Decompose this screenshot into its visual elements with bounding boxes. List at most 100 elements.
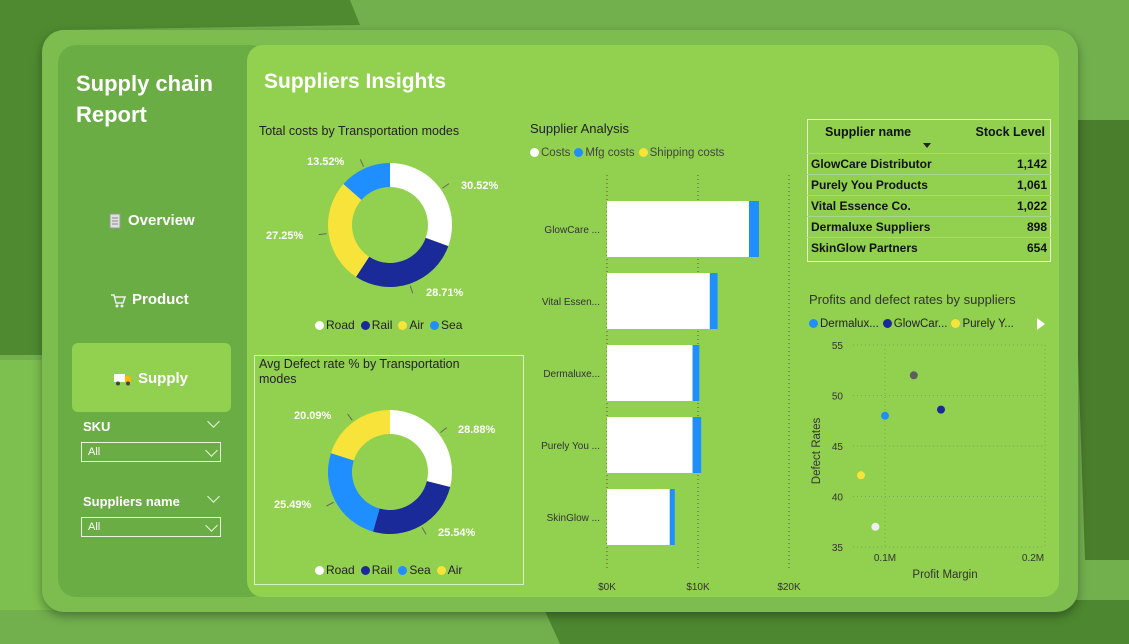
- supplier-stock-table: Supplier name Stock Level GlowCare Distr…: [807, 119, 1051, 258]
- legend-air: Air: [436, 563, 462, 577]
- costs-label-road: 30.52%: [461, 180, 499, 192]
- x-tick-label: $10K: [686, 582, 710, 593]
- document-icon: [109, 213, 121, 228]
- bar-segment-mfg-costs[interactable]: [607, 345, 693, 401]
- bar-segment-shipping-costs[interactable]: [748, 201, 759, 257]
- y-tick-label: 45: [832, 442, 844, 453]
- leader-line-air: [318, 233, 327, 236]
- cart-icon: [111, 293, 126, 307]
- bar-segment-shipping-costs[interactable]: [692, 417, 702, 473]
- y-axis-title: Defect Rates: [811, 418, 823, 485]
- costs-donut-chart[interactable]: [290, 150, 510, 310]
- profits-scatter-chart[interactable]: 55 50 45 40 35 0.1M 0.2M Profit Margin Defect Ra…: [805, 335, 1055, 590]
- costs-label-rail: 28.71%: [426, 287, 464, 299]
- sort-desc-icon[interactable]: [922, 143, 931, 148]
- costs-donut-title: Total costs by Transportation modes: [259, 124, 460, 138]
- scatter-point[interactable]: [937, 405, 945, 414]
- legend-dermaluxe: Dermalux...: [809, 318, 879, 330]
- slice-road[interactable]: [390, 410, 452, 487]
- defect-label-air: 20.09%: [294, 410, 332, 422]
- defect-donut-title: Avg Defect rate % by Transportation mode…: [259, 357, 460, 386]
- legend-air: Air: [398, 318, 424, 332]
- bar-segment-mfg-costs[interactable]: [607, 201, 749, 257]
- bar-segment-mfg-costs[interactable]: [607, 273, 710, 329]
- legend-sea: Sea: [398, 563, 431, 577]
- legend-sea: Sea: [430, 318, 462, 332]
- table-row[interactable]: Dermaluxe Suppliers 898: [807, 216, 1051, 238]
- defect-label-rail: 25.54%: [438, 527, 476, 539]
- header-stock-level[interactable]: Stock Level: [957, 119, 1051, 154]
- nav-supply-button[interactable]: Supply: [114, 370, 188, 387]
- truck-icon: [114, 373, 131, 385]
- bar-segment-shipping-costs[interactable]: [692, 345, 700, 401]
- legend-road: Road: [315, 563, 355, 577]
- slice-rail[interactable]: [356, 237, 449, 287]
- defect-legend: Road Rail Sea Air: [315, 563, 462, 577]
- page-title: Suppliers Insights: [264, 70, 447, 93]
- y-category-label: Vital Essen...: [542, 297, 600, 308]
- nav-supply-label: Supply: [138, 370, 189, 387]
- legend-shipping-costs: Shipping costs: [638, 147, 724, 159]
- y-category-label: SkinGlow ...: [547, 513, 600, 524]
- y-tick-label: 35: [832, 543, 844, 554]
- leader-line-rail: [409, 285, 414, 294]
- supplier-dropdown[interactable]: All: [81, 517, 221, 537]
- leader-line-road: [442, 183, 450, 189]
- table-row[interactable]: Vital Essence Co. 1,022: [807, 195, 1051, 217]
- table-row[interactable]: SkinGlow Partners 654: [807, 237, 1051, 258]
- legend-rail: Rail: [360, 563, 392, 577]
- slice-sea[interactable]: [328, 453, 380, 532]
- nav-overview-label: Overview: [128, 212, 195, 229]
- leader-line-rail: [421, 527, 427, 535]
- x-tick-label: 0.2M: [1022, 553, 1044, 564]
- legend-costs: Costs: [530, 147, 570, 159]
- costs-label-air: 27.25%: [266, 230, 304, 242]
- header-supplier-name[interactable]: Supplier name: [807, 119, 957, 154]
- supplier-dropdown-value: All: [88, 521, 101, 533]
- x-tick-label: 0.1M: [874, 553, 896, 564]
- leader-line-air: [347, 413, 353, 421]
- slice-road[interactable]: [390, 163, 452, 247]
- y-category-label: Purely You ...: [541, 441, 600, 452]
- scatter-point[interactable]: [909, 371, 918, 380]
- slice-air[interactable]: [330, 410, 390, 461]
- bar-segment-mfg-costs[interactable]: [607, 417, 693, 473]
- nav-overview-button[interactable]: Overview: [108, 212, 195, 229]
- leader-line-road: [440, 427, 448, 433]
- nav-product-button[interactable]: Product: [110, 291, 189, 308]
- sku-dropdown-value: All: [88, 446, 101, 458]
- legend-glowcare: GlowCar...: [882, 318, 947, 330]
- profits-scatter-title: Profits and defect rates by suppliers: [809, 292, 1016, 307]
- legend-mfg-costs: Mfg costs: [574, 147, 635, 159]
- supplier-slicer-label: Suppliers name: [83, 494, 180, 509]
- scatter-point[interactable]: [857, 471, 865, 480]
- nav-product-label: Product: [132, 291, 189, 308]
- report-title: Supply chain Report: [76, 71, 213, 127]
- bar-segment-shipping-costs[interactable]: [709, 273, 718, 329]
- leader-line-sea: [326, 501, 334, 507]
- x-axis-title: Profit Margin: [912, 569, 977, 581]
- scatter-point[interactable]: [871, 522, 880, 531]
- sku-dropdown[interactable]: All: [81, 442, 221, 462]
- profits-scatter-legend: Dermalux... GlowCar... Purely Y...: [809, 318, 1014, 330]
- legend-purely-you: Purely Y...: [951, 318, 1014, 330]
- scatter-point[interactable]: [881, 411, 889, 420]
- y-tick-label: 55: [832, 341, 844, 352]
- bar-segment-shipping-costs[interactable]: [669, 489, 675, 545]
- defect-label-road: 28.88%: [458, 424, 496, 436]
- legend-road: Road: [315, 318, 355, 332]
- y-category-label: Dermaluxe...: [543, 369, 600, 380]
- x-tick-label: $20K: [777, 582, 801, 593]
- y-tick-label: 40: [832, 493, 844, 504]
- table-row[interactable]: GlowCare Distributor 1,142: [807, 153, 1051, 175]
- defect-label-sea: 25.49%: [274, 499, 312, 511]
- bar-segment-mfg-costs[interactable]: [607, 489, 670, 545]
- supplier-analysis-title: Supplier Analysis: [530, 121, 629, 136]
- sku-slicer-label: SKU: [83, 419, 111, 434]
- legend-next-icon[interactable]: [1036, 318, 1046, 330]
- costs-legend: Road Rail Air Sea: [315, 318, 462, 332]
- supplier-analysis-chart[interactable]: $0K $10K $20K GlowCare ... Vital Essen... Der…: [530, 165, 810, 595]
- table-row[interactable]: Purely You Products 1,061: [807, 174, 1051, 196]
- y-category-label: GlowCare ...: [544, 225, 600, 236]
- leader-line-sea: [359, 159, 365, 167]
